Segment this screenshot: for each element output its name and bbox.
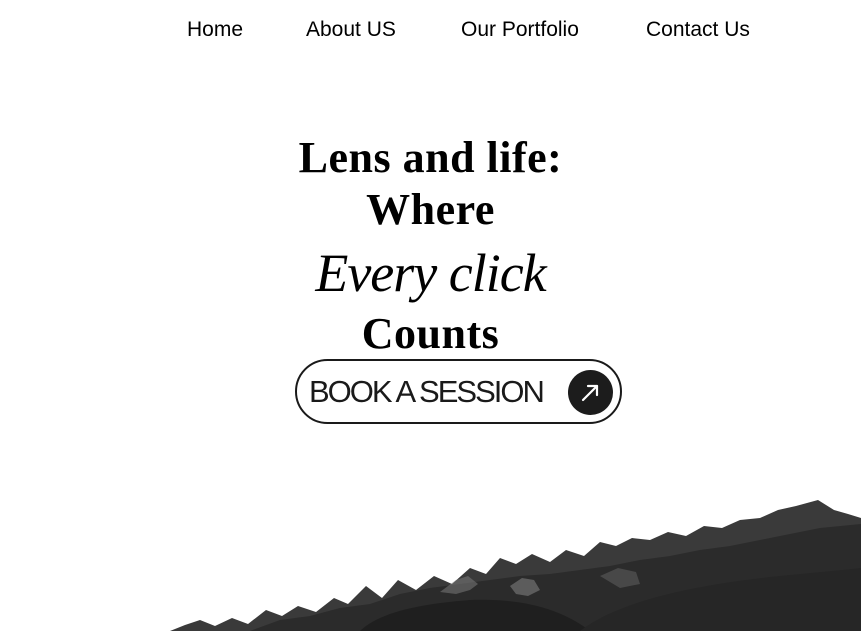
- mountain-landscape-image: [170, 500, 861, 631]
- top-nav: Home About US Our Portfolio Contact Us: [0, 16, 861, 44]
- nav-link-our-portfolio[interactable]: Our Portfolio: [461, 16, 579, 44]
- nav-link-about-us[interactable]: About US: [306, 16, 396, 44]
- hero-heading-line-3-italic: Every click: [315, 243, 546, 303]
- book-a-session-button[interactable]: BOOK A SESSION: [295, 359, 622, 424]
- hero-heading-line-1: Lens and life:: [298, 133, 563, 182]
- hero-heading-line-4: Counts: [361, 309, 500, 358]
- nav-link-home[interactable]: Home: [187, 16, 243, 44]
- arrow-up-right-icon: [568, 370, 613, 415]
- nav-link-contact-us[interactable]: Contact Us: [646, 16, 750, 44]
- hero-heading-line-2: Where: [366, 185, 495, 234]
- book-a-session-label: BOOK A SESSION: [309, 374, 545, 409]
